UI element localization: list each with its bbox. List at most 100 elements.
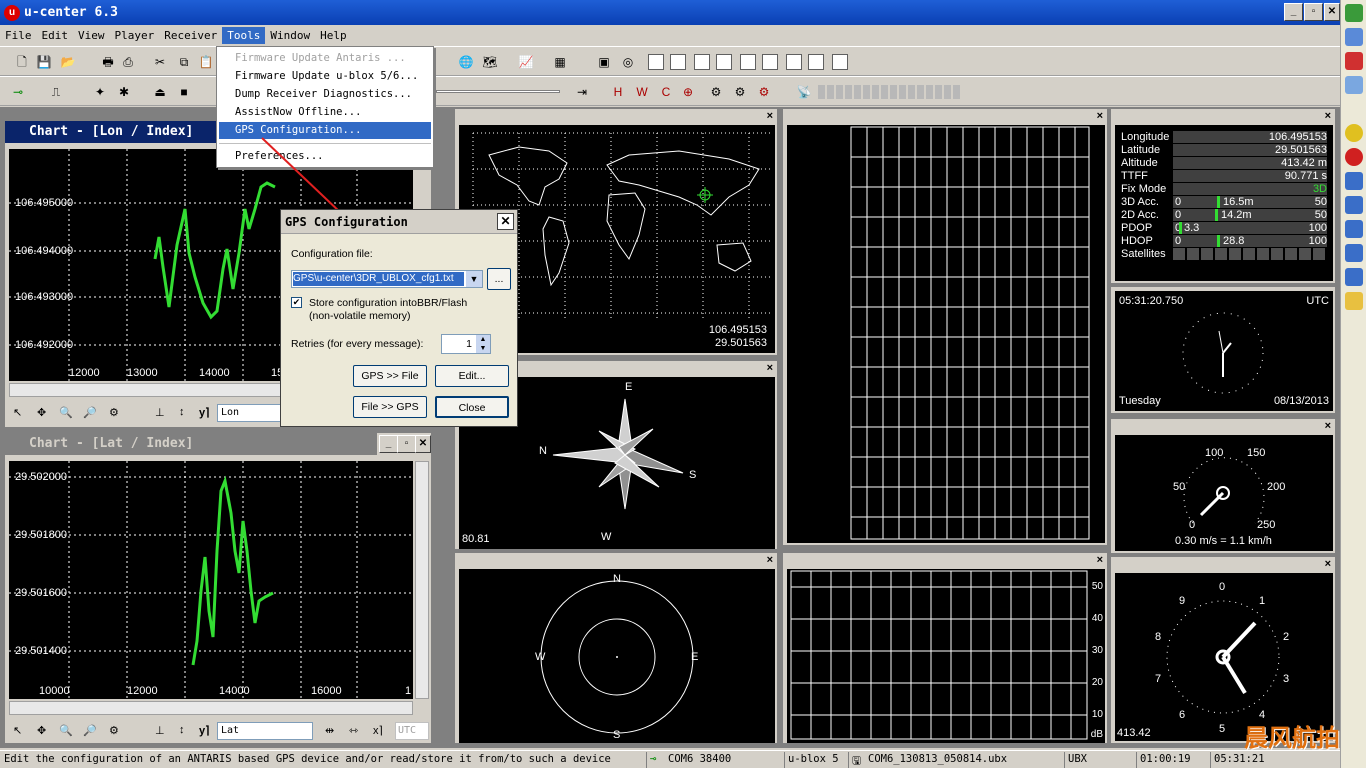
lat-field-select[interactable]: Lat: [217, 722, 313, 740]
lat-properties-icon[interactable]: ⚙: [109, 724, 119, 737]
chart-lat-hscroll[interactable]: [9, 701, 413, 715]
magic-wand-icon[interactable]: ✦: [92, 84, 108, 100]
map-icon[interactable]: 🗺: [482, 54, 498, 70]
zoom-in-icon[interactable]: 🔍: [59, 406, 73, 419]
chart-lat-close[interactable]: ✕: [415, 435, 431, 453]
cursor-v-icon[interactable]: ⊥: [155, 406, 165, 419]
fit-height-icon[interactable]: ⇿: [349, 724, 358, 737]
menu-receiver[interactable]: Receiver: [159, 27, 222, 44]
menu-window[interactable]: Window: [265, 27, 315, 44]
view-icon-6[interactable]: [716, 54, 732, 70]
y-axis-icon[interactable]: y⌉: [199, 406, 209, 419]
save-icon[interactable]: 💾: [36, 54, 52, 70]
store-checkbox[interactable]: ✔: [291, 297, 302, 308]
player-slider[interactable]: [436, 90, 560, 93]
cut-icon[interactable]: ✂: [152, 54, 168, 70]
chart-lat-vscroll[interactable]: [415, 461, 429, 699]
view-icon-7[interactable]: [740, 54, 756, 70]
edit-button[interactable]: Edit...: [435, 365, 509, 387]
view-icon-10[interactable]: [808, 54, 824, 70]
plus-icon[interactable]: [1344, 124, 1363, 142]
stop-icon[interactable]: ■: [176, 84, 192, 100]
print-icon[interactable]: 🖶: [100, 54, 116, 70]
paste-icon[interactable]: 📋: [198, 54, 214, 70]
browse-button[interactable]: ...: [487, 268, 511, 290]
altitude-close[interactable]: ×: [1325, 558, 1331, 570]
menu-item-assistnow[interactable]: AssistNow Offline...: [219, 104, 431, 121]
baudrate-icon[interactable]: ⎍: [48, 84, 64, 100]
lon-field-select[interactable]: Lon: [217, 404, 289, 422]
histogram-icon[interactable]: ▦: [552, 54, 568, 70]
view-icon-1[interactable]: ▣: [596, 54, 612, 70]
retries-spinner[interactable]: ▲ ▼: [476, 335, 490, 353]
lat-field2-select[interactable]: UTC: [395, 722, 429, 740]
minimize-button[interactable]: _: [1284, 3, 1303, 21]
x-axis-icon[interactable]: x⌉: [373, 724, 383, 737]
skyview-close[interactable]: ×: [767, 554, 773, 566]
lat-zoom-out-icon[interactable]: 🔎: [83, 724, 97, 737]
copy-icon[interactable]: ⧉: [176, 54, 192, 70]
new-file-icon[interactable]: 🗋: [14, 54, 30, 70]
menu-item-gps-configuration[interactable]: GPS Configuration...: [219, 122, 431, 139]
chart-lat-title[interactable]: Chart - [Lat / Index]: [5, 433, 377, 455]
close-button[interactable]: ✕: [1324, 3, 1340, 21]
chart-lat-maximize[interactable]: ▫: [397, 435, 416, 453]
globe-icon[interactable]: 🌐: [458, 54, 474, 70]
zoom-out-icon[interactable]: 🔎: [83, 406, 97, 419]
chart-icon[interactable]: 📈: [518, 54, 534, 70]
dialog-close-button[interactable]: Close: [435, 396, 509, 418]
properties-icon[interactable]: ⚙: [109, 406, 119, 419]
ie-task-icon-4[interactable]: [1344, 244, 1363, 262]
menu-tools[interactable]: Tools: [222, 27, 266, 44]
signal-table-close[interactable]: ×: [1097, 110, 1103, 122]
config-file-combo[interactable]: GPS\u-center\3DR_UBLOX_cfg1.txt ▼: [291, 270, 483, 288]
view-icon-8[interactable]: [762, 54, 778, 70]
lat-zoom-in-icon[interactable]: 🔍: [59, 724, 73, 737]
hold-icon[interactable]: H: [610, 84, 626, 100]
lat-y-axis-icon[interactable]: y⌉: [199, 724, 209, 737]
world-map-close[interactable]: ×: [767, 110, 773, 122]
view-icon-4[interactable]: [670, 54, 686, 70]
speaker-icon[interactable]: [1344, 28, 1363, 46]
windows-flag-icon[interactable]: [1344, 4, 1363, 22]
gear-icon-3[interactable]: ⚙: [756, 84, 772, 100]
print-preview-icon[interactable]: ⎙: [120, 54, 136, 70]
view-icon-11[interactable]: [832, 54, 848, 70]
menu-item-preferences[interactable]: Preferences...: [219, 148, 431, 165]
ie-task-icon-2[interactable]: [1344, 196, 1363, 214]
view-icon-2[interactable]: ◎: [620, 54, 636, 70]
menu-edit[interactable]: Edit: [37, 27, 74, 44]
view-icon-5[interactable]: [694, 54, 710, 70]
lat-pointer-icon[interactable]: ↖: [13, 724, 22, 737]
compass-close[interactable]: ×: [767, 362, 773, 374]
menu-help[interactable]: Help: [315, 27, 352, 44]
dialog-close-icon[interactable]: ✕: [497, 213, 514, 230]
folder-task-icon[interactable]: [1344, 292, 1363, 310]
warn-icon[interactable]: W: [634, 84, 650, 100]
view-icon-3[interactable]: [648, 54, 664, 70]
menu-item-dump-diagnostics[interactable]: Dump Receiver Diagnostics...: [219, 86, 431, 103]
signal-strength-close[interactable]: ×: [1097, 554, 1103, 566]
speedometer-close[interactable]: ×: [1325, 420, 1331, 432]
info-close[interactable]: ×: [1325, 110, 1331, 122]
ie-task-icon-5[interactable]: [1344, 268, 1363, 286]
tray-net-icon[interactable]: [1344, 76, 1363, 94]
menu-item-firmware-ublox[interactable]: Firmware Update u-blox 5/6...: [219, 68, 431, 85]
ie-task-icon[interactable]: [1344, 172, 1363, 190]
satellite-icon[interactable]: 📡: [796, 84, 812, 100]
gps-to-file-button[interactable]: GPS >> File: [353, 365, 427, 387]
lat-cursor-h-icon[interactable]: ↕: [179, 724, 185, 736]
lat-cursor-v-icon[interactable]: ⊥: [155, 724, 165, 737]
ie-task-icon-3[interactable]: [1344, 220, 1363, 238]
lat-pan-icon[interactable]: ✥: [37, 724, 46, 737]
step-forward-icon[interactable]: ⇥: [574, 84, 590, 100]
cold-icon[interactable]: C: [658, 84, 674, 100]
maximize-button[interactable]: ▫: [1304, 3, 1323, 21]
eject-icon[interactable]: ⏏: [152, 84, 168, 100]
fit-width-icon[interactable]: ⇹: [325, 724, 334, 737]
reset-icon[interactable]: ⊕: [680, 84, 696, 100]
menu-view[interactable]: View: [73, 27, 110, 44]
cursor-h-icon[interactable]: ↕: [179, 406, 185, 418]
gear-icon[interactable]: ⚙: [708, 84, 724, 100]
pan-icon[interactable]: ✥: [37, 406, 46, 419]
